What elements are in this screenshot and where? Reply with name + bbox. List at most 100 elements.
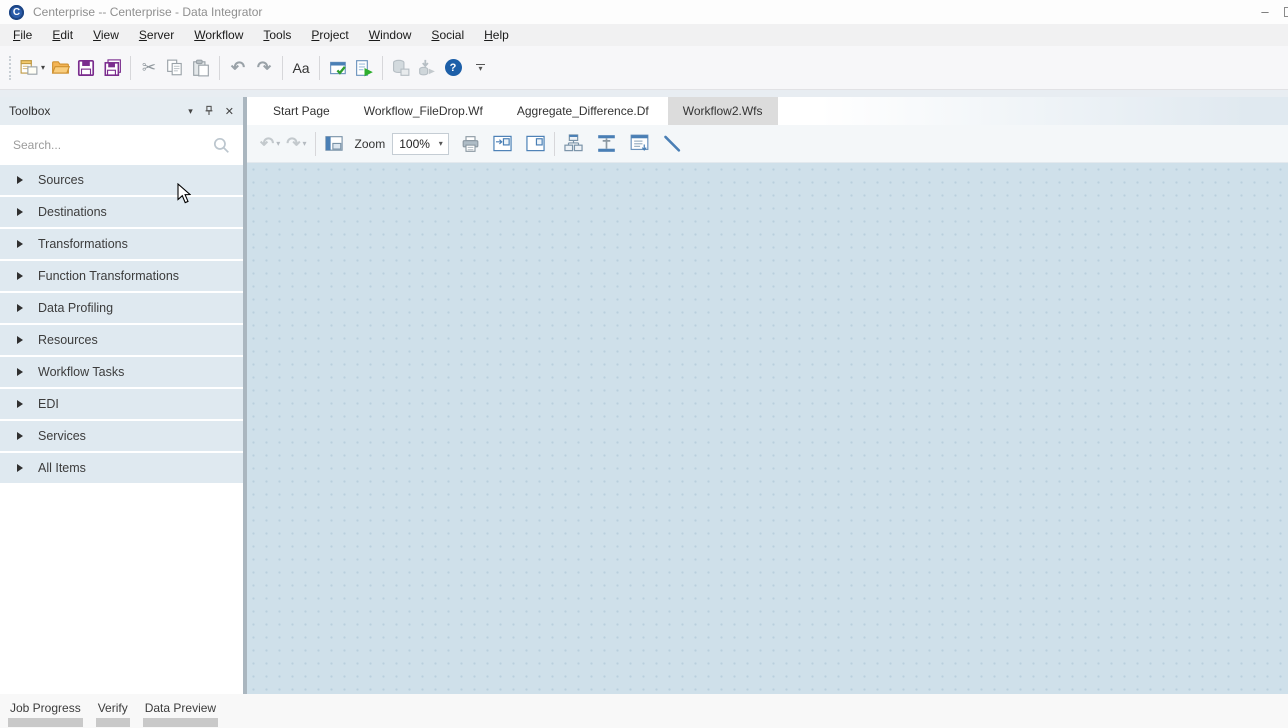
align-beam-icon	[596, 134, 617, 153]
new-button[interactable]: ▾	[18, 53, 47, 83]
new-dropdown-caret-icon[interactable]: ▾	[41, 63, 45, 72]
menu-file[interactable]: File	[3, 24, 42, 46]
toolbox-item-label: Destinations	[38, 205, 107, 219]
toolbox-window-menu-button[interactable]: ▾	[188, 106, 193, 117]
toolbox-close-button[interactable]: ✕	[225, 105, 234, 118]
redo-dropdown-caret-icon: ▾	[303, 139, 307, 148]
menu-tools-rest: ools	[269, 28, 291, 42]
status-tab-bar	[96, 718, 130, 727]
start-job-button[interactable]	[351, 53, 377, 83]
toolbox-item-label: Workflow Tasks	[38, 365, 124, 379]
auto-layout-button[interactable]	[560, 130, 587, 158]
menu-window[interactable]: Window	[359, 24, 422, 46]
font-button[interactable]: Aa	[288, 53, 314, 83]
search-icon	[213, 137, 230, 154]
workflow-design-canvas[interactable]	[247, 163, 1288, 694]
toolbox-item-all-items[interactable]: All Items	[0, 453, 243, 485]
toolbox-item-transformations[interactable]: Transformations	[0, 229, 243, 261]
menu-project-rest: roject	[319, 28, 348, 42]
zoom-combobox[interactable]: 100% ▾	[392, 133, 449, 155]
menu-server-key: S	[139, 28, 147, 42]
menu-view-rest: iew	[101, 28, 119, 42]
toggle-preview-panel-button[interactable]	[321, 130, 347, 158]
save-all-button[interactable]	[99, 53, 125, 83]
verify-window-button[interactable]	[325, 53, 351, 83]
show-properties-button[interactable]	[626, 130, 653, 158]
zoom-dropdown-caret-icon[interactable]: ▾	[433, 134, 448, 154]
restore-button[interactable]	[1284, 7, 1288, 17]
minimize-button[interactable]: –	[1246, 2, 1284, 22]
toolbar-separator	[554, 132, 555, 156]
toolbox-pin-button[interactable]	[203, 105, 215, 117]
copy-button[interactable]	[162, 53, 188, 83]
toolbox-item-data-profiling[interactable]: Data Profiling	[0, 293, 243, 325]
menu-tools[interactable]: Tools	[253, 24, 301, 46]
toolbox-item-sources[interactable]: Sources	[0, 165, 243, 197]
toolbox-item-function-transformations[interactable]: Function Transformations	[0, 261, 243, 293]
redo-icon: ↷	[286, 135, 300, 152]
preview-panel-icon	[324, 135, 344, 153]
overflow-caret-icon: ▾	[479, 66, 483, 72]
menu-edit[interactable]: Edit	[42, 24, 83, 46]
menu-social[interactable]: Social	[421, 24, 474, 46]
toolbar-separator	[282, 56, 283, 80]
toolbox-search-input[interactable]	[13, 138, 213, 152]
undo-button[interactable]: ↶	[225, 53, 251, 83]
expander-arrow-icon	[17, 400, 23, 408]
redo-icon: ↷	[257, 59, 271, 76]
toolbox-item-resources[interactable]: Resources	[0, 325, 243, 357]
tab-aggregate-difference[interactable]: Aggregate_Difference.Df	[502, 97, 664, 125]
paste-clipboard-icon	[192, 59, 210, 77]
designer-undo-button-disabled: ↶ ▾	[257, 130, 283, 158]
menu-edit-rest: dit	[60, 28, 73, 42]
copy-icon	[166, 59, 184, 77]
menu-server-rest: erver	[147, 28, 174, 42]
menu-help[interactable]: Help	[474, 24, 519, 46]
status-tab-data-preview[interactable]: Data Preview	[143, 701, 218, 727]
open-folder-icon	[51, 59, 70, 77]
tab-start-page[interactable]: Start Page	[258, 97, 345, 125]
toolbox-item-edi[interactable]: EDI	[0, 389, 243, 421]
toolbox-item-destinations[interactable]: Destinations	[0, 197, 243, 229]
open-button[interactable]	[47, 53, 73, 83]
document-tabstrip: Start Page Workflow_FileDrop.Wf Aggregat…	[247, 97, 1288, 125]
new-document-icon	[20, 59, 38, 77]
cut-button[interactable]: ✂	[136, 53, 162, 83]
print-button[interactable]	[457, 130, 483, 158]
status-tab-verify[interactable]: Verify	[96, 701, 130, 727]
expander-arrow-icon	[17, 368, 23, 376]
toolbox-item-workflow-tasks[interactable]: Workflow Tasks	[0, 357, 243, 389]
save-button[interactable]	[73, 53, 99, 83]
status-bar: Job Progress Verify Data Preview	[0, 694, 1288, 728]
toolbox-search-row	[0, 125, 243, 165]
app-logo-icon: C	[9, 5, 24, 20]
help-button[interactable]: ?	[440, 53, 466, 83]
window-controls: –	[1246, 0, 1288, 24]
toolbar-grip[interactable]	[9, 56, 11, 80]
status-tab-job-progress[interactable]: Job Progress	[8, 701, 83, 727]
vertical-layout-button[interactable]	[593, 130, 620, 158]
menu-view[interactable]: View	[83, 24, 129, 46]
menu-project[interactable]: Project	[301, 24, 358, 46]
menu-server[interactable]: Server	[129, 24, 184, 46]
toolbar-separator	[130, 56, 131, 80]
tab-workflow-filedrop[interactable]: Workflow_FileDrop.Wf	[349, 97, 498, 125]
toolbar-overflow-button[interactable]: ▾	[476, 64, 485, 72]
toolbar-separator	[382, 56, 383, 80]
paste-button[interactable]	[188, 53, 214, 83]
tab-workflow2-active[interactable]: Workflow2.Wfs	[668, 97, 778, 125]
database-button-disabled	[388, 53, 414, 83]
toolbar-separator	[219, 56, 220, 80]
redo-button[interactable]: ↷	[251, 53, 277, 83]
status-tab-label: Verify	[96, 701, 130, 715]
status-tab-label: Data Preview	[143, 701, 218, 715]
zoom-value: 100%	[393, 137, 433, 151]
toolbox-item-services[interactable]: Services	[0, 421, 243, 453]
menu-workflow[interactable]: Workflow	[184, 24, 253, 46]
database-icon	[392, 59, 410, 77]
expand-all-nodes-button[interactable]	[489, 130, 516, 158]
toolbox-item-label: EDI	[38, 397, 59, 411]
draw-link-button[interactable]	[659, 130, 685, 158]
font-aa-icon: Aa	[292, 60, 309, 76]
collapse-all-nodes-button[interactable]	[522, 130, 549, 158]
